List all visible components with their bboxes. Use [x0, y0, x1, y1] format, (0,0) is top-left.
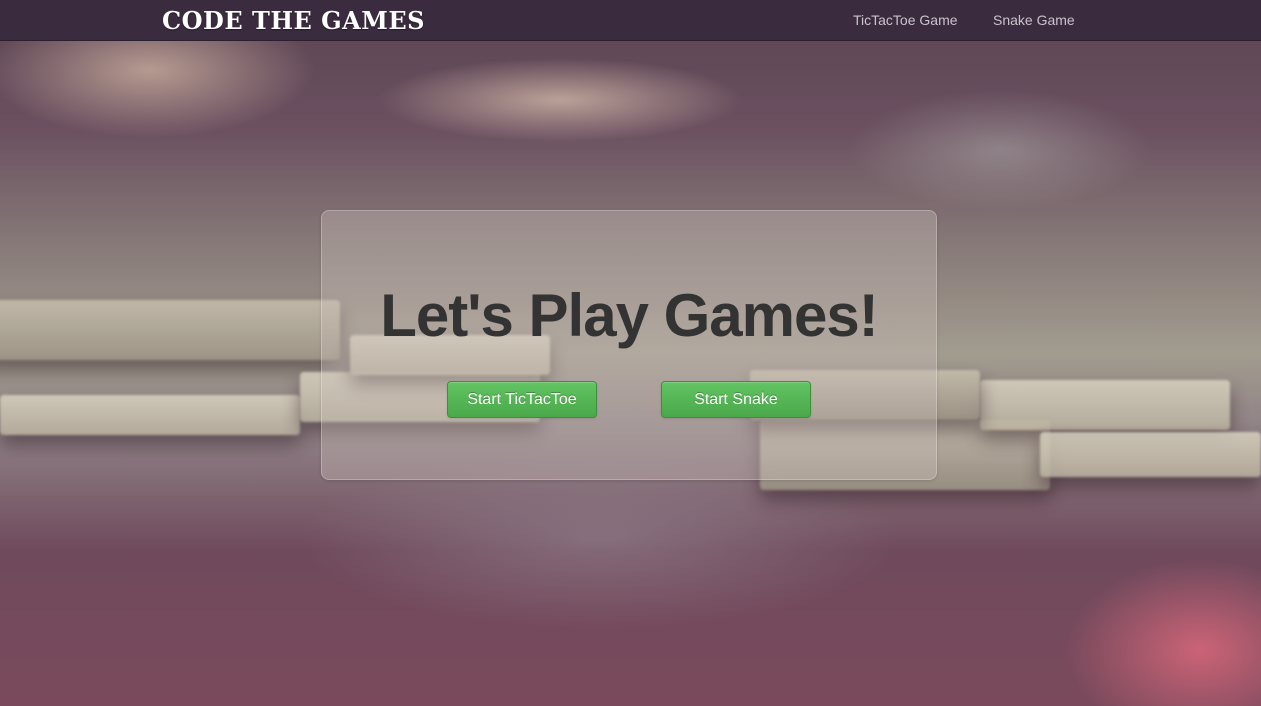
game-tile — [1040, 432, 1261, 477]
hero-headline: Let's Play Games! — [380, 282, 879, 349]
game-tile — [0, 300, 340, 360]
game-tile — [980, 380, 1230, 430]
top-navbar: CODE THE GAMES TicTacToe Game Snake Game — [0, 0, 1261, 41]
nav-link-tictactoe[interactable]: TicTacToe Game — [853, 12, 958, 28]
nav-link-snake[interactable]: Snake Game — [993, 12, 1075, 28]
hero-panel: Let's Play Games! Start TicTacToe Start … — [321, 210, 937, 480]
start-tictactoe-button[interactable]: Start TicTacToe — [447, 381, 597, 418]
brand-logo[interactable]: CODE THE GAMES — [162, 6, 425, 35]
start-snake-button[interactable]: Start Snake — [661, 381, 811, 418]
game-tile — [0, 395, 300, 435]
